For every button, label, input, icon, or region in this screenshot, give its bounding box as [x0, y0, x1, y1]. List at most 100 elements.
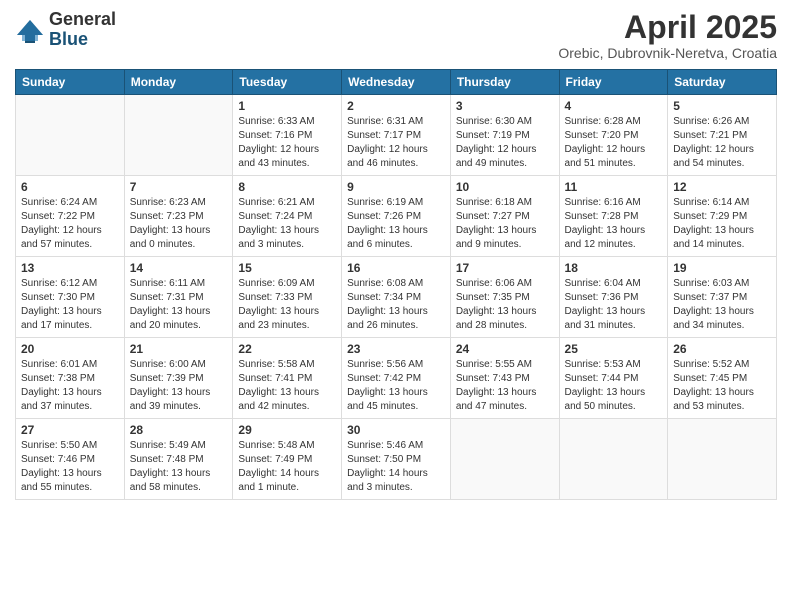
day-cell-14: 14 Sunrise: 6:11 AM Sunset: 7:31 PM Dayl… — [124, 257, 233, 338]
day-cell-17: 17 Sunrise: 6:06 AM Sunset: 7:35 PM Dayl… — [450, 257, 559, 338]
page-container: General Blue April 2025 Orebic, Dubrovni… — [0, 0, 792, 515]
day-number: 8 — [238, 180, 336, 194]
day-cell-22: 22 Sunrise: 5:58 AM Sunset: 7:41 PM Dayl… — [233, 338, 342, 419]
title-block: April 2025 Orebic, Dubrovnik-Neretva, Cr… — [558, 10, 777, 61]
day-number: 6 — [21, 180, 119, 194]
day-cell-24: 24 Sunrise: 5:55 AM Sunset: 7:43 PM Dayl… — [450, 338, 559, 419]
header: General Blue April 2025 Orebic, Dubrovni… — [15, 10, 777, 61]
day-cell-10: 10 Sunrise: 6:18 AM Sunset: 7:27 PM Dayl… — [450, 176, 559, 257]
day-cell-13: 13 Sunrise: 6:12 AM Sunset: 7:30 PM Dayl… — [16, 257, 125, 338]
day-detail: Sunrise: 5:50 AM Sunset: 7:46 PM Dayligh… — [21, 439, 119, 495]
day-number: 14 — [130, 261, 228, 275]
day-detail: Sunrise: 6:00 AM Sunset: 7:39 PM Dayligh… — [130, 358, 228, 414]
day-detail: Sunrise: 6:03 AM Sunset: 7:37 PM Dayligh… — [673, 277, 771, 333]
day-cell-12: 12 Sunrise: 6:14 AM Sunset: 7:29 PM Dayl… — [668, 176, 777, 257]
day-cell-8: 8 Sunrise: 6:21 AM Sunset: 7:24 PM Dayli… — [233, 176, 342, 257]
day-number: 19 — [673, 261, 771, 275]
day-number: 1 — [238, 99, 336, 113]
day-number: 18 — [565, 261, 663, 275]
logo-text: General Blue — [49, 10, 116, 50]
day-detail: Sunrise: 5:52 AM Sunset: 7:45 PM Dayligh… — [673, 358, 771, 414]
day-cell-23: 23 Sunrise: 5:56 AM Sunset: 7:42 PM Dayl… — [342, 338, 451, 419]
day-detail: Sunrise: 6:28 AM Sunset: 7:20 PM Dayligh… — [565, 115, 663, 171]
day-cell-3: 3 Sunrise: 6:30 AM Sunset: 7:19 PM Dayli… — [450, 95, 559, 176]
day-cell-25: 25 Sunrise: 5:53 AM Sunset: 7:44 PM Dayl… — [559, 338, 668, 419]
day-detail: Sunrise: 6:18 AM Sunset: 7:27 PM Dayligh… — [456, 196, 554, 252]
day-detail: Sunrise: 6:31 AM Sunset: 7:17 PM Dayligh… — [347, 115, 445, 171]
col-tuesday: Tuesday — [233, 70, 342, 95]
day-detail: Sunrise: 6:14 AM Sunset: 7:29 PM Dayligh… — [673, 196, 771, 252]
day-cell-16: 16 Sunrise: 6:08 AM Sunset: 7:34 PM Dayl… — [342, 257, 451, 338]
day-number: 21 — [130, 342, 228, 356]
day-cell-7: 7 Sunrise: 6:23 AM Sunset: 7:23 PM Dayli… — [124, 176, 233, 257]
col-sunday: Sunday — [16, 70, 125, 95]
day-detail: Sunrise: 5:55 AM Sunset: 7:43 PM Dayligh… — [456, 358, 554, 414]
empty-cell — [16, 95, 125, 176]
day-number: 2 — [347, 99, 445, 113]
day-cell-9: 9 Sunrise: 6:19 AM Sunset: 7:26 PM Dayli… — [342, 176, 451, 257]
day-number: 23 — [347, 342, 445, 356]
day-detail: Sunrise: 6:12 AM Sunset: 7:30 PM Dayligh… — [21, 277, 119, 333]
empty-cell — [559, 419, 668, 500]
empty-cell — [124, 95, 233, 176]
day-detail: Sunrise: 6:30 AM Sunset: 7:19 PM Dayligh… — [456, 115, 554, 171]
day-cell-29: 29 Sunrise: 5:48 AM Sunset: 7:49 PM Dayl… — [233, 419, 342, 500]
day-detail: Sunrise: 6:33 AM Sunset: 7:16 PM Dayligh… — [238, 115, 336, 171]
calendar-row: 1 Sunrise: 6:33 AM Sunset: 7:16 PM Dayli… — [16, 95, 777, 176]
day-number: 5 — [673, 99, 771, 113]
day-cell-20: 20 Sunrise: 6:01 AM Sunset: 7:38 PM Dayl… — [16, 338, 125, 419]
day-detail: Sunrise: 6:16 AM Sunset: 7:28 PM Dayligh… — [565, 196, 663, 252]
day-cell-28: 28 Sunrise: 5:49 AM Sunset: 7:48 PM Dayl… — [124, 419, 233, 500]
day-detail: Sunrise: 5:49 AM Sunset: 7:48 PM Dayligh… — [130, 439, 228, 495]
day-number: 4 — [565, 99, 663, 113]
day-cell-30: 30 Sunrise: 5:46 AM Sunset: 7:50 PM Dayl… — [342, 419, 451, 500]
day-number: 27 — [21, 423, 119, 437]
day-cell-4: 4 Sunrise: 6:28 AM Sunset: 7:20 PM Dayli… — [559, 95, 668, 176]
day-detail: Sunrise: 5:58 AM Sunset: 7:41 PM Dayligh… — [238, 358, 336, 414]
day-cell-18: 18 Sunrise: 6:04 AM Sunset: 7:36 PM Dayl… — [559, 257, 668, 338]
day-number: 13 — [21, 261, 119, 275]
logo-blue-text: Blue — [49, 30, 116, 50]
day-detail: Sunrise: 6:11 AM Sunset: 7:31 PM Dayligh… — [130, 277, 228, 333]
day-cell-2: 2 Sunrise: 6:31 AM Sunset: 7:17 PM Dayli… — [342, 95, 451, 176]
day-cell-6: 6 Sunrise: 6:24 AM Sunset: 7:22 PM Dayli… — [16, 176, 125, 257]
col-monday: Monday — [124, 70, 233, 95]
day-number: 15 — [238, 261, 336, 275]
day-detail: Sunrise: 5:53 AM Sunset: 7:44 PM Dayligh… — [565, 358, 663, 414]
day-number: 11 — [565, 180, 663, 194]
day-detail: Sunrise: 6:01 AM Sunset: 7:38 PM Dayligh… — [21, 358, 119, 414]
col-wednesday: Wednesday — [342, 70, 451, 95]
empty-cell — [450, 419, 559, 500]
day-detail: Sunrise: 5:46 AM Sunset: 7:50 PM Dayligh… — [347, 439, 445, 495]
calendar-header-row: Sunday Monday Tuesday Wednesday Thursday… — [16, 70, 777, 95]
logo-general-text: General — [49, 10, 116, 30]
location-title: Orebic, Dubrovnik-Neretva, Croatia — [558, 45, 777, 61]
empty-cell — [668, 419, 777, 500]
day-detail: Sunrise: 6:09 AM Sunset: 7:33 PM Dayligh… — [238, 277, 336, 333]
day-number: 20 — [21, 342, 119, 356]
day-detail: Sunrise: 6:24 AM Sunset: 7:22 PM Dayligh… — [21, 196, 119, 252]
day-cell-19: 19 Sunrise: 6:03 AM Sunset: 7:37 PM Dayl… — [668, 257, 777, 338]
col-saturday: Saturday — [668, 70, 777, 95]
day-number: 7 — [130, 180, 228, 194]
calendar-table: Sunday Monday Tuesday Wednesday Thursday… — [15, 69, 777, 500]
day-number: 9 — [347, 180, 445, 194]
day-number: 17 — [456, 261, 554, 275]
day-number: 26 — [673, 342, 771, 356]
calendar-row: 6 Sunrise: 6:24 AM Sunset: 7:22 PM Dayli… — [16, 176, 777, 257]
day-number: 16 — [347, 261, 445, 275]
logo-icon — [15, 15, 45, 45]
day-detail: Sunrise: 6:08 AM Sunset: 7:34 PM Dayligh… — [347, 277, 445, 333]
day-cell-5: 5 Sunrise: 6:26 AM Sunset: 7:21 PM Dayli… — [668, 95, 777, 176]
day-number: 28 — [130, 423, 228, 437]
day-detail: Sunrise: 5:48 AM Sunset: 7:49 PM Dayligh… — [238, 439, 336, 495]
col-friday: Friday — [559, 70, 668, 95]
day-number: 30 — [347, 423, 445, 437]
day-detail: Sunrise: 6:04 AM Sunset: 7:36 PM Dayligh… — [565, 277, 663, 333]
day-detail: Sunrise: 6:26 AM Sunset: 7:21 PM Dayligh… — [673, 115, 771, 171]
day-detail: Sunrise: 5:56 AM Sunset: 7:42 PM Dayligh… — [347, 358, 445, 414]
day-number: 3 — [456, 99, 554, 113]
day-number: 12 — [673, 180, 771, 194]
day-detail: Sunrise: 6:06 AM Sunset: 7:35 PM Dayligh… — [456, 277, 554, 333]
day-detail: Sunrise: 6:21 AM Sunset: 7:24 PM Dayligh… — [238, 196, 336, 252]
